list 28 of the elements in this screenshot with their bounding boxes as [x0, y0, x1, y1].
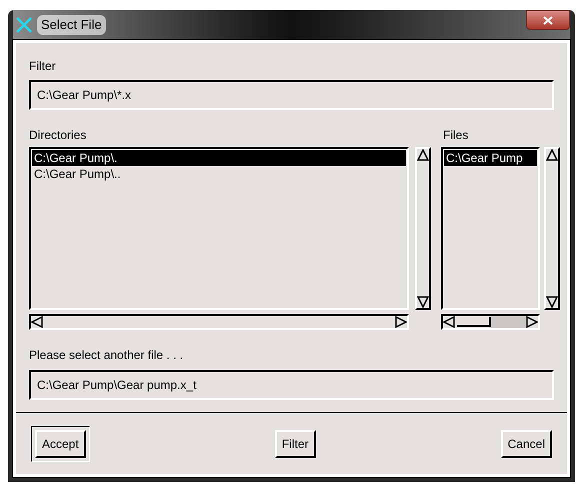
- vertical-scrollbar[interactable]: [544, 147, 560, 310]
- close-icon: [543, 16, 553, 24]
- selection-field[interactable]: C:\Gear Pump\Gear pump.x_t: [29, 370, 554, 400]
- field-label: Directories: [29, 127, 88, 144]
- list-item[interactable]: C:\Gear Pump: [444, 150, 537, 166]
- window-title: Select File: [37, 15, 106, 35]
- up-arrow-icon: [546, 149, 558, 161]
- field-label: Filter: [29, 58, 57, 75]
- list-item[interactable]: C:\Gear Pump\.: [32, 150, 406, 166]
- dialog-button[interactable]: Accept: [35, 430, 86, 458]
- dialog-button[interactable]: Cancel: [500, 430, 552, 458]
- left-arrow-icon: [31, 316, 43, 328]
- right-arrow-icon: [395, 316, 407, 328]
- down-arrow-icon: [546, 296, 558, 308]
- right-arrow-icon: [526, 316, 538, 328]
- field-label: Please select another file . . .: [29, 347, 184, 364]
- dialog-button[interactable]: Filter: [274, 430, 316, 458]
- up-arrow-icon: [417, 149, 429, 161]
- left-arrow-icon: [443, 316, 455, 328]
- horizontal-scrollbar[interactable]: [29, 314, 409, 330]
- vertical-scrollbar[interactable]: [415, 147, 431, 310]
- close-button[interactable]: [526, 10, 570, 30]
- horizontal-scrollbar[interactable]: [441, 314, 540, 330]
- filter-field[interactable]: C:\Gear Pump\*.x: [29, 80, 554, 110]
- list-item[interactable]: C:\Gear Pump\..: [32, 166, 406, 182]
- field-label: Files: [443, 127, 470, 144]
- down-arrow-icon: [417, 296, 429, 308]
- x-logo-icon: [15, 16, 33, 34]
